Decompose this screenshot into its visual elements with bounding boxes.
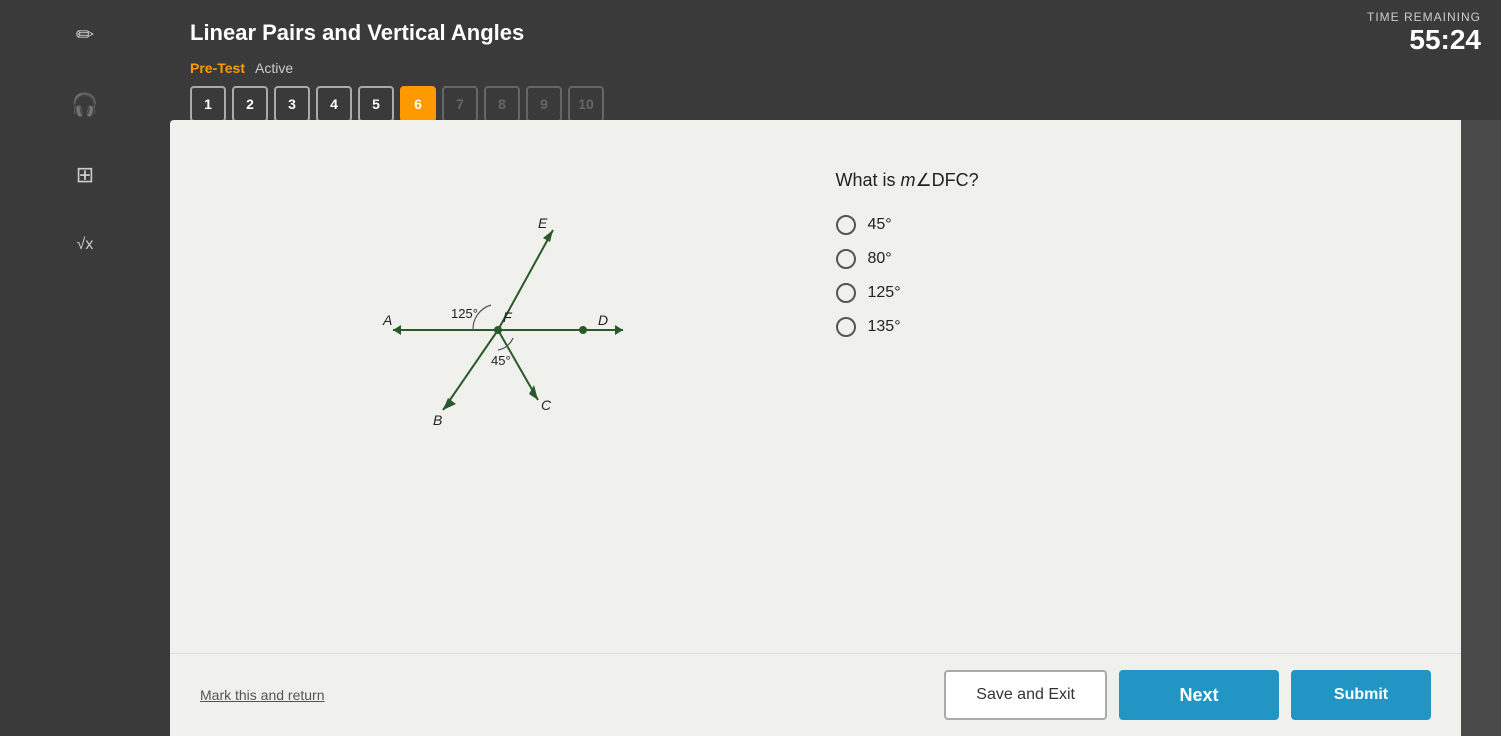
option-1[interactable]: 45° — [836, 215, 1422, 235]
page-title: Linear Pairs and Vertical Angles — [190, 20, 524, 46]
headphone-icon[interactable]: 🎧 — [60, 80, 110, 130]
q-btn-5[interactable]: 5 — [358, 86, 394, 122]
svg-text:E: E — [538, 215, 548, 231]
footer: Mark this and return Save and Exit Next … — [170, 653, 1461, 736]
right-strip — [1461, 120, 1501, 736]
save-exit-button[interactable]: Save and Exit — [944, 670, 1107, 720]
q-btn-1[interactable]: 1 — [190, 86, 226, 122]
radio-2[interactable] — [836, 249, 856, 269]
q-btn-8[interactable]: 8 — [484, 86, 520, 122]
formula-icon[interactable]: √x — [60, 220, 110, 270]
calculator-icon[interactable]: ⊞ — [60, 150, 110, 200]
submit-button[interactable]: Submit — [1291, 670, 1431, 720]
answer-area: What is m∠DFC? 45° 80° 125° — [836, 150, 1422, 623]
q-btn-2[interactable]: 2 — [232, 86, 268, 122]
radio-4[interactable] — [836, 317, 856, 337]
svg-text:B: B — [433, 412, 442, 428]
header: Linear Pairs and Vertical Angles TIME RE… — [170, 0, 1501, 120]
q-btn-3[interactable]: 3 — [274, 86, 310, 122]
diagram-area: E A D B C F 125° 45° — [210, 150, 796, 623]
timer-container: TIME REMAINING 55:24 — [1367, 10, 1481, 56]
q-btn-7[interactable]: 7 — [442, 86, 478, 122]
title-row: Linear Pairs and Vertical Angles TIME RE… — [190, 10, 1481, 56]
time-label: TIME REMAINING — [1367, 10, 1481, 24]
active-label: Active — [255, 60, 293, 76]
option-label-3: 125° — [868, 284, 901, 302]
subtitle-row: Pre-Test Active — [190, 60, 1481, 76]
sidebar: ✏ 🎧 ⊞ √x — [0, 0, 170, 736]
q-btn-10[interactable]: 10 — [568, 86, 604, 122]
next-button[interactable]: Next — [1119, 670, 1279, 720]
option-label-1: 45° — [868, 216, 892, 234]
question-text: What is m∠DFC? — [836, 170, 1422, 191]
option-3[interactable]: 125° — [836, 283, 1422, 303]
q-btn-9[interactable]: 9 — [526, 86, 562, 122]
svg-text:D: D — [598, 312, 608, 328]
q-btn-6[interactable]: 6 — [400, 86, 436, 122]
pencil-icon[interactable]: ✏ — [60, 10, 110, 60]
time-value: 55:24 — [1367, 24, 1481, 56]
svg-text:A: A — [382, 312, 392, 328]
svg-text:F: F — [503, 309, 513, 325]
svg-text:C: C — [541, 397, 552, 413]
question-nav: 1 2 3 4 5 6 7 8 9 10 — [190, 86, 1481, 122]
main-content: Linear Pairs and Vertical Angles TIME RE… — [170, 0, 1501, 736]
option-label-2: 80° — [868, 250, 892, 268]
radio-3[interactable] — [836, 283, 856, 303]
option-label-4: 135° — [868, 318, 901, 336]
options-list: 45° 80° 125° 135° — [836, 215, 1422, 337]
option-2[interactable]: 80° — [836, 249, 1422, 269]
svg-text:45°: 45° — [491, 353, 511, 368]
pre-test-label: Pre-Test — [190, 60, 245, 76]
svg-text:125°: 125° — [451, 306, 478, 321]
option-4[interactable]: 135° — [836, 317, 1422, 337]
mark-return-link[interactable]: Mark this and return — [200, 687, 325, 703]
question-area: E A D B C F 125° 45° — [170, 120, 1461, 653]
footer-buttons: Save and Exit Next Submit — [944, 670, 1431, 720]
radio-1[interactable] — [836, 215, 856, 235]
q-btn-4[interactable]: 4 — [316, 86, 352, 122]
content-panel: E A D B C F 125° 45° — [170, 120, 1461, 736]
